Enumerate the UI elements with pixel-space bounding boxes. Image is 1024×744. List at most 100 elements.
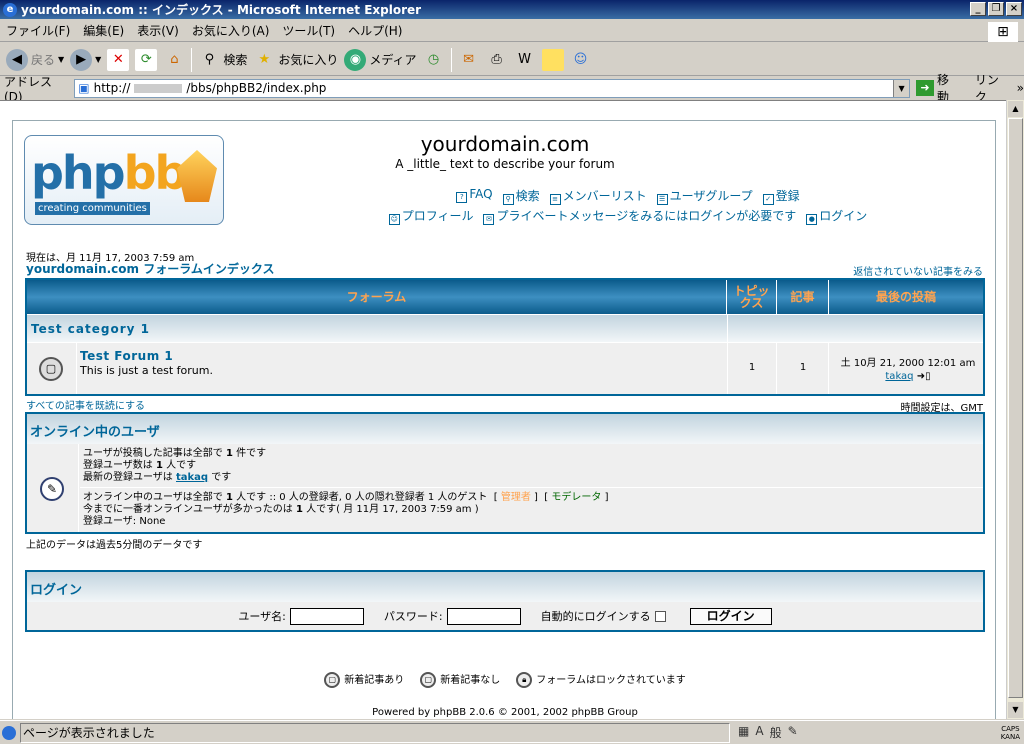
forward-arrow-icon: ▶ bbox=[70, 48, 93, 71]
address-input[interactable]: ▣ http:// /bbs/phpBB2/index.php ▼ bbox=[74, 78, 911, 98]
search-label: 検索 bbox=[223, 53, 248, 67]
header-posts: 記事 bbox=[777, 280, 829, 314]
refresh-icon[interactable]: ⟳ bbox=[135, 48, 158, 71]
nav-row-2: ☺ プロフィール ✉ プライベートメッセージをみるにはログインが必要です ● ログイン bbox=[303, 207, 953, 225]
forum-name[interactable]: Test Forum 1 bbox=[80, 349, 173, 363]
last-post-date: 土 10月 21, 2000 12:01 am bbox=[840, 358, 976, 369]
media-button[interactable]: ◉ メディア bbox=[344, 48, 417, 71]
close-button[interactable]: × bbox=[1006, 2, 1022, 16]
login-form: ユーザ名: パスワード: 自動的にログインする ログイン bbox=[27, 602, 983, 630]
nav-search[interactable]: ⚲ 検索 bbox=[502, 187, 540, 205]
browser-viewport: phpbb creating communities yourdomain.co… bbox=[0, 100, 1006, 719]
header-forum: フォーラム bbox=[27, 280, 727, 314]
chevron-right-icon[interactable]: » bbox=[1017, 81, 1024, 95]
favorites-button[interactable]: ★ お気に入り bbox=[253, 49, 339, 71]
autologin-checkbox[interactable] bbox=[654, 610, 666, 622]
stop-icon[interactable]: ✕ bbox=[107, 48, 130, 71]
admin-legend: 管理者 bbox=[500, 492, 531, 503]
folder-icon: ▢ bbox=[39, 357, 63, 381]
address-bar: アドレス(D) ▣ http:// /bbs/phpBB2/index.php ▼… bbox=[0, 73, 1024, 104]
login-button[interactable]: ログイン bbox=[689, 607, 772, 625]
mark-all-read-link[interactable]: すべての記事を既読にする bbox=[26, 397, 145, 412]
scroll-down-icon[interactable]: ▼ bbox=[1008, 702, 1023, 718]
new-posts-icon: ▢ bbox=[324, 672, 341, 688]
nav-search-label: 検索 bbox=[515, 189, 540, 203]
category-title[interactable]: Test category 1 bbox=[31, 322, 150, 336]
nav-profile[interactable]: ☺ プロフィール bbox=[388, 207, 473, 225]
login-icon: ● bbox=[806, 214, 818, 225]
logo-tagline: creating communities bbox=[35, 202, 150, 215]
online-line-record: 今までに一番オンラインユーザが多かったのは 1 人です( 月 11月 17, 2… bbox=[83, 504, 479, 515]
menu-file[interactable]: ファイル(F) bbox=[6, 22, 70, 39]
nav-row-1: ? FAQ ⚲ 検索 ≡ メンバーリスト ☰ ユーザグループ ✓ 登録 bbox=[303, 187, 953, 205]
profile-icon: ☺ bbox=[388, 214, 400, 225]
home-icon[interactable]: ⌂ bbox=[163, 49, 185, 71]
unanswered-link[interactable]: 返信されていない記事をみる bbox=[853, 263, 983, 278]
messenger-icon[interactable]: ☺ bbox=[570, 49, 592, 71]
status-message: ページが表示されました bbox=[20, 722, 730, 743]
newest-user-link[interactable]: takaq bbox=[176, 472, 208, 483]
nav-memberlist[interactable]: ≡ メンバーリスト bbox=[549, 187, 647, 205]
last-post-user[interactable]: takaq bbox=[885, 371, 913, 382]
note-icon[interactable] bbox=[541, 48, 564, 71]
print-icon[interactable]: ⎙ bbox=[486, 49, 508, 71]
nav-memberlist-label: メンバーリスト bbox=[562, 189, 647, 203]
ime-conversion-icon[interactable]: 般 bbox=[770, 724, 782, 741]
nav-register[interactable]: ✓ 登録 bbox=[762, 187, 800, 205]
online-users-title[interactable]: オンライン中のユーザ bbox=[27, 414, 983, 444]
online-line-registered: 登録ユーザ: None bbox=[83, 516, 166, 527]
nav-private-messages[interactable]: ✉ プライベートメッセージをみるにはログインが必要です bbox=[483, 207, 796, 225]
online-users-table: オンライン中のユーザ ✎ ユーザが投稿した記事は全部で 1 件です 登録ユーザ数… bbox=[25, 412, 985, 534]
breadcrumb[interactable]: yourdomain.com フォーラムインデックス bbox=[26, 260, 275, 277]
forum-page: phpbb creating communities yourdomain.co… bbox=[12, 120, 996, 719]
nav-faq-label: FAQ bbox=[469, 187, 493, 201]
nav-faq[interactable]: ? FAQ bbox=[456, 187, 493, 205]
history-icon[interactable]: ◷ bbox=[423, 49, 445, 71]
autologin-label: 自動的にログインする bbox=[540, 610, 651, 623]
menu-view[interactable]: 表示(V) bbox=[137, 22, 179, 39]
header-last-post: 最後の投稿 bbox=[875, 290, 936, 304]
site-description: A _little_ text to describe your forum bbox=[395, 157, 615, 171]
view-latest-post-icon[interactable]: ➜▯ bbox=[917, 371, 931, 382]
nav-pm-label: プライベートメッセージをみるにはログインが必要です bbox=[496, 209, 797, 223]
ime-keyboard-icon[interactable]: ▦ bbox=[738, 724, 749, 741]
register-icon: ✓ bbox=[762, 194, 774, 205]
search-button[interactable]: ⚲ 検索 bbox=[198, 49, 248, 71]
category-row: Test category 1 bbox=[27, 314, 983, 343]
password-input[interactable] bbox=[446, 607, 521, 625]
forum-table: フォーラム トピックス 記事 最後の投稿 Test category 1 ▢ T… bbox=[25, 278, 985, 396]
menu-tools[interactable]: ツール(T) bbox=[282, 22, 335, 39]
mail-icon[interactable]: ✉ bbox=[458, 49, 480, 71]
nav-login[interactable]: ● ログイン bbox=[806, 207, 867, 225]
maximize-button[interactable]: ❐ bbox=[988, 2, 1004, 16]
ime-pad-icon[interactable]: ✎ bbox=[788, 724, 798, 741]
status-bar: ページが表示されました ▦ A 般 ✎ CAPS KANA bbox=[0, 720, 1024, 744]
ie-icon bbox=[2, 725, 16, 740]
username-input[interactable] bbox=[289, 607, 364, 625]
caps-kana-indicator: CAPS KANA bbox=[1000, 724, 1020, 741]
nav-usergroups[interactable]: ☰ ユーザグループ bbox=[656, 187, 753, 205]
minimize-button[interactable]: _ bbox=[970, 2, 986, 16]
faq-icon: ? bbox=[456, 192, 468, 203]
menu-help[interactable]: ヘルプ(H) bbox=[348, 22, 402, 39]
scroll-up-icon[interactable]: ▲ bbox=[1008, 101, 1023, 117]
vertical-scrollbar[interactable]: ▲ ▼ bbox=[1006, 100, 1024, 719]
forum-description: This is just a test forum. bbox=[80, 364, 213, 377]
forum-row: ▢ Test Forum 1 This is just a test forum… bbox=[27, 343, 983, 394]
address-dropdown-icon[interactable]: ▼ bbox=[893, 79, 910, 97]
menu-favorites[interactable]: お気に入り(A) bbox=[192, 22, 270, 39]
menu-edit[interactable]: 編集(E) bbox=[83, 22, 124, 39]
toolbar-separator bbox=[191, 47, 193, 72]
ime-mode-icon[interactable]: A bbox=[755, 724, 763, 741]
back-button[interactable]: ◀ 戻る ▼ bbox=[6, 48, 64, 71]
forward-button[interactable]: ▶ ▼ bbox=[70, 48, 101, 71]
online-divider bbox=[80, 487, 983, 488]
login-title[interactable]: ログイン bbox=[27, 572, 983, 602]
nav-login-label: ログイン bbox=[819, 209, 868, 223]
url-redacted bbox=[134, 83, 183, 93]
scroll-thumb[interactable] bbox=[1008, 118, 1023, 698]
menu-bar: ファイル(F) 編集(E) 表示(V) お気に入り(A) ツール(T) ヘルプ(… bbox=[0, 20, 1024, 42]
legend-locked: 🔒︎ フォーラムはロックされています bbox=[516, 671, 686, 688]
edit-icon[interactable]: W bbox=[514, 49, 536, 71]
online-line-current: オンライン中のユーザは全部で 1 人です :: 0 人の登録者, 0 人の隠れ登… bbox=[83, 492, 609, 503]
